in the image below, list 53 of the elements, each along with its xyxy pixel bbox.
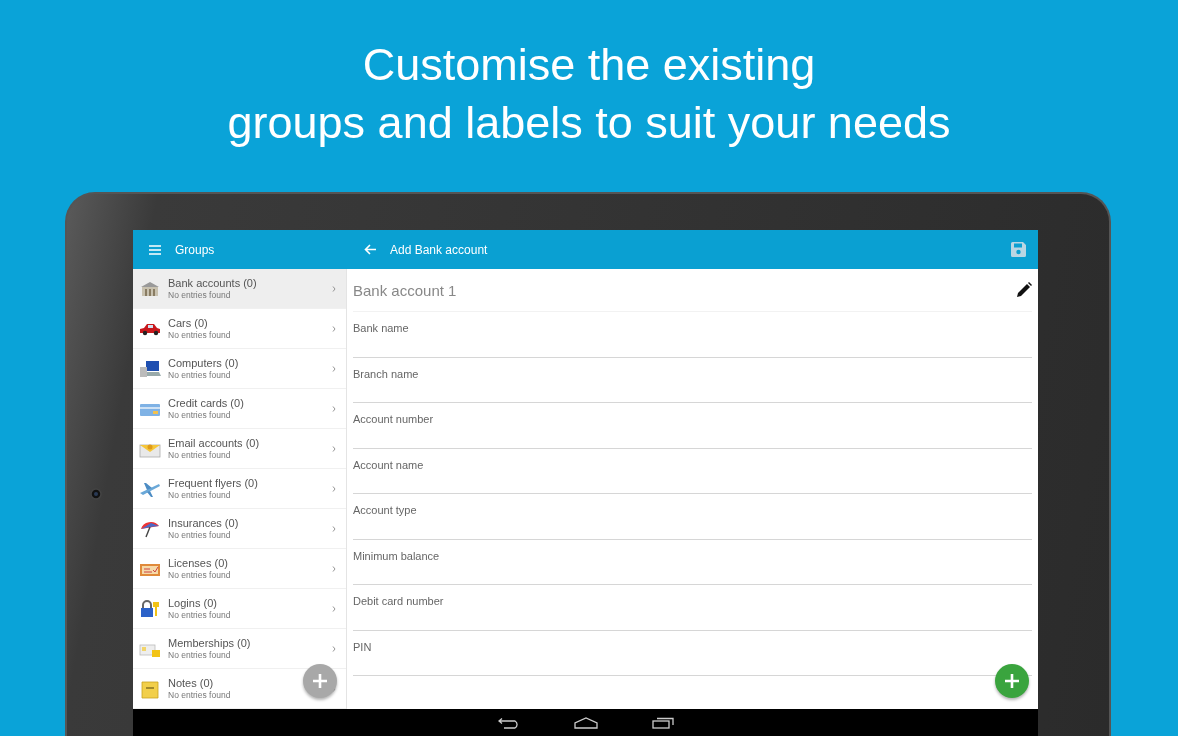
group-item[interactable]: Licenses (0) No entries found <box>133 549 346 589</box>
group-item[interactable]: Frequent flyers (0) No entries found <box>133 469 346 509</box>
group-title: Insurances (0) <box>168 516 239 530</box>
pencil-icon[interactable] <box>1016 282 1032 298</box>
group-title: Frequent flyers (0) <box>168 476 258 490</box>
group-item[interactable]: Bank accounts (0) No entries found <box>133 269 346 309</box>
group-title: Email accounts (0) <box>168 436 260 450</box>
group-subtitle: No entries found <box>168 449 231 461</box>
group-item[interactable]: Insurances (0) No entries found <box>133 509 346 549</box>
back-icon[interactable] <box>497 717 520 729</box>
group-item[interactable]: Email accounts (0) No entries found <box>133 429 346 469</box>
input-field[interactable]: Branch name <box>353 357 1032 403</box>
group-title: Licenses (0) <box>168 556 228 570</box>
group-subtitle: No entries found <box>168 649 231 661</box>
screen-title: Add Bank account <box>390 242 488 257</box>
menu-icon[interactable] <box>149 244 161 255</box>
input-field[interactable]: Account name <box>353 448 1032 494</box>
group-title: Credit cards (0) <box>168 396 244 410</box>
group-subtitle: No entries found <box>168 489 231 501</box>
entry-name[interactable]: Bank account 1 <box>353 281 457 299</box>
plus-icon <box>1004 673 1020 689</box>
input-field[interactable]: Minimum balance <box>353 539 1032 585</box>
group-subtitle: No entries found <box>168 569 231 581</box>
input-field[interactable]: Bank name <box>353 312 1032 358</box>
input-field[interactable]: Debit card number <box>353 585 1032 631</box>
headline: Customise the existing groups and labels to suit your needs <box>226 38 952 150</box>
group-item[interactable]: Logins (0) No entries found <box>133 589 346 629</box>
sidebar-title: Groups <box>175 242 215 257</box>
group-title: Notes (0) <box>168 676 214 690</box>
input-field[interactable]: Account number <box>353 403 1032 449</box>
group-title: Cars (0) <box>168 316 208 330</box>
group-subtitle: No entries found <box>168 289 231 301</box>
group-title: Bank accounts (0) <box>168 276 257 290</box>
recents-icon[interactable] <box>651 717 674 729</box>
group-subtitle: No entries found <box>168 609 231 621</box>
group-subtitle: No entries found <box>168 369 231 381</box>
group-title: Memberships (0) <box>168 636 251 650</box>
input-field[interactable]: Account type <box>353 494 1032 540</box>
group-title: Logins (0) <box>168 596 217 610</box>
group-item[interactable]: Cars (0) No entries found <box>133 309 346 349</box>
group-item[interactable]: Computers (0) No entries found <box>133 349 346 389</box>
home-icon[interactable] <box>573 717 598 729</box>
camera-icon <box>90 488 102 500</box>
plus-icon <box>312 673 328 689</box>
group-subtitle: No entries found <box>168 529 231 541</box>
group-subtitle: No entries found <box>168 689 231 701</box>
padlock-icon <box>139 597 161 620</box>
group-item[interactable]: Credit cards (0) No entries found <box>133 389 346 429</box>
group-subtitle: No entries found <box>168 409 231 421</box>
group-subtitle: No entries found <box>168 329 231 341</box>
group-title: Computers (0) <box>168 356 239 370</box>
add-button[interactable] <box>303 664 337 698</box>
add-button[interactable] <box>995 664 1029 698</box>
